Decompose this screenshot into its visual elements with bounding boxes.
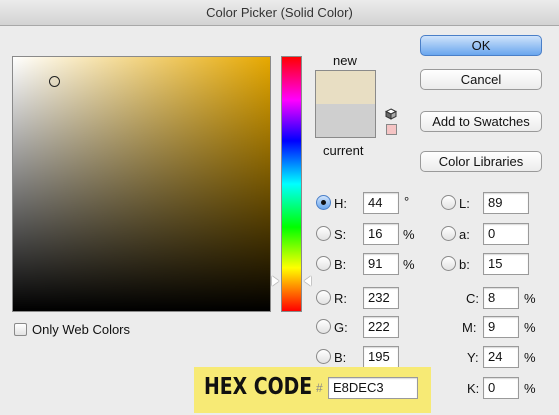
hue-label: H: [334, 196, 347, 211]
hex-field[interactable]: E8DEC3 [328, 377, 418, 399]
only-web-colors-checkbox[interactable] [14, 323, 27, 336]
red-label: R: [334, 291, 347, 306]
new-color-label: new [333, 53, 357, 68]
green-field[interactable]: 222 [363, 316, 399, 338]
lightness-radio[interactable] [441, 195, 456, 210]
lightness-field[interactable]: 89 [483, 192, 529, 214]
hex-code-banner: HEX CODE # E8DEC3 [194, 367, 431, 413]
saturation-label: S: [334, 227, 347, 242]
magenta-field[interactable]: 9 [483, 316, 519, 338]
yellow-unit: % [524, 350, 536, 365]
hue-field[interactable]: 44 [363, 192, 399, 214]
green-label: G: [334, 320, 348, 335]
current-color-swatch[interactable] [315, 104, 376, 138]
saturation-radio[interactable] [316, 226, 331, 241]
black-unit: % [524, 381, 536, 396]
green-radio[interactable] [316, 319, 331, 334]
b-channel-field[interactable]: 15 [483, 253, 529, 275]
cyan-field[interactable]: 8 [483, 287, 519, 309]
yellow-label: Y: [467, 350, 479, 365]
yellow-field[interactable]: 24 [483, 346, 519, 368]
color-libraries-button[interactable]: Color Libraries [420, 151, 542, 172]
color-field[interactable] [12, 56, 271, 312]
hue-slider-right-arrow-icon[interactable] [304, 276, 311, 286]
saturation-unit: % [403, 227, 415, 242]
red-radio[interactable] [316, 290, 331, 305]
red-field[interactable]: 232 [363, 287, 399, 309]
a-channel-field[interactable]: 0 [483, 223, 529, 245]
blue-field[interactable]: 195 [363, 346, 399, 368]
brightness-radio[interactable] [316, 256, 331, 271]
cyan-label: C: [466, 291, 479, 306]
black-label: K: [467, 381, 480, 396]
b-channel-radio[interactable] [441, 256, 456, 271]
current-color-label: current [323, 143, 364, 158]
magenta-unit: % [524, 320, 536, 335]
hue-unit: ° [404, 194, 410, 209]
color-picker-window: Color Picker (Solid Color) new current O… [0, 0, 559, 415]
saturation-field[interactable]: 16 [363, 223, 399, 245]
hue-slider-left-arrow-icon[interactable] [272, 276, 279, 286]
color-field-cursor[interactable] [49, 76, 60, 87]
a-channel-label: a: [459, 227, 470, 242]
hex-code-title: HEX CODE [204, 374, 313, 400]
hue-slider[interactable] [281, 56, 302, 312]
brightness-field[interactable]: 91 [363, 253, 399, 275]
new-color-swatch [315, 70, 376, 104]
cyan-unit: % [524, 291, 536, 306]
lightness-label: L: [459, 196, 470, 211]
magenta-label: M: [462, 320, 477, 335]
hue-radio[interactable] [316, 195, 331, 210]
cube-icon[interactable] [385, 108, 397, 120]
hex-hash-label: # [316, 381, 323, 395]
cancel-button[interactable]: Cancel [420, 69, 542, 90]
ok-button[interactable]: OK [420, 35, 542, 56]
add-to-swatches-button[interactable]: Add to Swatches [420, 111, 542, 132]
black-field[interactable]: 0 [483, 377, 519, 399]
brightness-label: B: [334, 257, 347, 272]
a-channel-radio[interactable] [441, 226, 456, 241]
brightness-unit: % [403, 257, 415, 272]
blue-label: B: [334, 350, 347, 365]
window-title: Color Picker (Solid Color) [0, 0, 559, 26]
only-web-colors-label: Only Web Colors [32, 322, 131, 337]
web-safe-color-swatch[interactable] [386, 124, 397, 135]
b-channel-label: b: [459, 257, 470, 272]
blue-radio[interactable] [316, 349, 331, 364]
